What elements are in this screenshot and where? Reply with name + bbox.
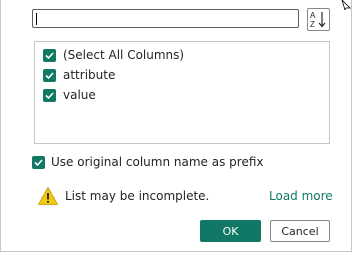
sort-letter-z: Z	[310, 20, 315, 29]
column-item-select-all[interactable]: (Select All Columns)	[43, 47, 184, 63]
sort-letter-a: A	[310, 11, 316, 20]
load-more-link[interactable]: Load more	[269, 189, 333, 203]
ok-button[interactable]: OK	[200, 220, 261, 242]
checkbox-checked-icon[interactable]	[43, 68, 56, 82]
use-prefix-option[interactable]: Use original column name as prefix	[32, 154, 263, 170]
mouse-cursor-icon	[341, 0, 351, 10]
checkbox-checked-icon[interactable]	[43, 88, 56, 102]
column-item-label: value	[63, 88, 96, 102]
warning-text: List may be incomplete.	[65, 189, 210, 203]
incomplete-list-warning: List may be incomplete.	[37, 184, 209, 208]
column-search-input[interactable]	[32, 9, 299, 28]
use-prefix-label: Use original column name as prefix	[51, 155, 264, 169]
column-list: (Select All Columns) attribute value	[34, 41, 330, 144]
cancel-button[interactable]: Cancel	[270, 220, 330, 242]
warning-icon	[38, 187, 58, 205]
expand-columns-dropdown: A Z (Select All Columns) attribute value…	[0, 0, 352, 252]
column-item-label: (Select All Columns)	[63, 48, 185, 62]
column-item-value[interactable]: value	[43, 87, 96, 103]
checkbox-checked-icon[interactable]	[32, 155, 45, 169]
sort-az-icon: A Z	[310, 11, 326, 29]
column-item-label: attribute	[63, 68, 116, 82]
checkbox-checked-icon[interactable]	[43, 48, 56, 62]
text-caret	[36, 13, 37, 25]
expand-columns-page: A Z (Select All Columns) attribute value…	[0, 0, 352, 253]
sort-ascending-button[interactable]: A Z	[307, 8, 330, 31]
column-item-attribute[interactable]: attribute	[43, 67, 115, 83]
